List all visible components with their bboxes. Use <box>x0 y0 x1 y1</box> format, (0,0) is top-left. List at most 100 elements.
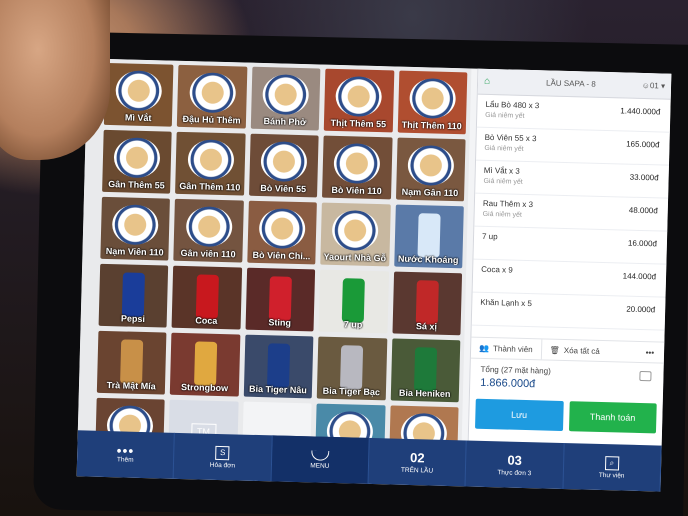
order-item-name: 7 up <box>481 231 498 242</box>
drink-image <box>340 345 364 390</box>
order-item-name: Rau Thêm x 3 <box>482 198 534 210</box>
product-tile[interactable]: Gân Thêm 110 <box>175 131 246 196</box>
order-item-amount: 144.000đ <box>622 271 657 282</box>
order-item-amount: 16.000đ <box>627 238 658 249</box>
nav-item[interactable]: 03 Thực đơn 3 <box>465 440 565 490</box>
product-tile[interactable]: Nạm Viên 110 <box>100 196 171 261</box>
food-plate-image <box>408 78 456 120</box>
invoice-icon: S <box>215 445 230 460</box>
nav-label: MENU <box>310 461 330 470</box>
nav-item[interactable]: MENU <box>271 435 370 484</box>
nav-item[interactable]: ••• Thêm <box>76 430 176 479</box>
save-button[interactable]: Lưu <box>475 398 564 431</box>
product-tile[interactable]: Thịt Thêm 55 <box>323 68 394 133</box>
home-icon[interactable]: ⌂ <box>484 76 500 87</box>
food-plate-image <box>335 76 383 118</box>
product-tile[interactable]: Sá xị <box>392 271 463 336</box>
order-item[interactable]: Khăn Lạnh x 5 20.000đ <box>471 292 666 331</box>
nav-item[interactable]: S Hóa đơn <box>173 432 273 482</box>
product-label: Sting <box>268 317 292 328</box>
nav-item[interactable]: ⌕ Thư viện <box>563 443 662 492</box>
product-label: Bò Viên 55 <box>260 182 307 195</box>
order-list: Lẩu Bò 480 x 3 Giá niêm yết 1.440.000đ Bò V… <box>471 94 671 331</box>
nav-label: TRÊN LẦU <box>400 466 434 475</box>
product-label: Pepsi <box>120 313 146 325</box>
checkout-buttons: Lưu Thanh toán <box>475 398 657 434</box>
product-tile[interactable]: Đậu Hủ Thêm <box>177 64 248 129</box>
members-icon: 👥 <box>479 343 490 353</box>
order-item-amount: 48.000đ <box>628 205 658 216</box>
order-item-name: Coca x 9 <box>481 264 513 275</box>
product-label: Bánh Phở <box>263 116 307 128</box>
order-item-note: Giá niêm yết <box>482 210 523 219</box>
product-tile[interactable]: Yaourt Nhà Gỗ <box>320 202 391 267</box>
product-tile[interactable]: Bia Tiger Nâu <box>243 334 314 399</box>
pay-button[interactable]: Thanh toán <box>568 401 657 434</box>
product-label: Nạm Gân 110 <box>401 186 459 199</box>
clear-all-button[interactable]: 🗑 Xóa tất cả <box>540 339 609 362</box>
order-item[interactable]: Mì Vắt x 3 Giá niêm yết 33.000đ <box>475 160 669 199</box>
product-tile[interactable]: Mì Vắt <box>103 62 174 127</box>
order-item-name: Mì Vắt x 3 <box>483 165 520 176</box>
guest-count[interactable]: ☺01 ▾ <box>642 81 666 91</box>
chevron-down-icon: ▾ <box>660 81 666 91</box>
product-tile[interactable]: 7 up <box>318 269 389 334</box>
nav-number: 02 <box>409 450 425 466</box>
order-item[interactable]: 7 up 16.000đ <box>473 226 668 265</box>
product-label: Coca <box>195 315 218 326</box>
product-tile[interactable]: Bò Viên 110 <box>322 135 393 200</box>
product-tile[interactable]: Nạm Gân 110 <box>395 137 466 202</box>
product-tile[interactable]: Gân viên 110 <box>173 198 244 263</box>
pos-screen: Mì Vắt Đậu Hủ Thêm Bánh Phở Thịt Thêm 55 Thị… <box>76 58 672 492</box>
order-item[interactable]: Lẩu Bò 480 x 3 Giá niêm yết 1.440.000đ <box>476 94 671 133</box>
product-label: Sá xị <box>415 321 438 332</box>
drink-image <box>342 278 366 323</box>
print-icon[interactable] <box>639 370 652 382</box>
product-tile[interactable]: Bò Viên Chi... <box>247 200 318 265</box>
nav-label: Thực đơn 3 <box>497 469 532 478</box>
food-plate-image <box>260 141 308 183</box>
product-tile[interactable]: Thịt Thêm 110 <box>397 70 468 135</box>
product-label: Nạm Viên 110 <box>105 245 164 258</box>
food-plate-image <box>188 72 236 114</box>
product-label: Bò Viên Chi... <box>252 249 311 262</box>
product-tile[interactable]: Gân Thêm 55 <box>102 129 173 194</box>
person-icon: ☺ <box>641 80 651 91</box>
drink-image <box>193 341 217 386</box>
food-plate-image <box>333 143 381 185</box>
food-plate-image <box>262 74 310 116</box>
library-icon: ⌕ <box>604 455 620 470</box>
order-item-amount: 165.000đ <box>626 139 660 150</box>
product-tile[interactable]: Sting <box>245 267 316 332</box>
product-label: Đậu Hủ Thêm <box>182 113 241 126</box>
food-plate-image <box>113 137 161 179</box>
drink-image <box>417 213 441 258</box>
order-item-amount: 1.440.000đ <box>620 106 661 117</box>
product-tile[interactable]: Nước Khoáng <box>393 204 464 269</box>
order-item[interactable]: Coca x 9 144.000đ <box>472 259 667 298</box>
product-tile[interactable]: Bia Tiger Bạc <box>316 336 387 401</box>
table-name[interactable]: LẦU SAPA - 8 <box>500 77 642 90</box>
total-label: Tổng (27 mặt hàng) <box>480 364 551 376</box>
order-item[interactable]: Rau Thêm x 3 Giá niêm yết 48.000đ <box>474 193 669 232</box>
food-plate-image <box>407 145 455 187</box>
nav-label: Hóa đơn <box>209 461 236 469</box>
product-tile[interactable]: Coca <box>171 265 242 330</box>
order-item-note: Giá niêm yết <box>484 144 524 153</box>
product-tile[interactable]: Trà Mật Mía <box>96 330 167 395</box>
product-tile[interactable]: Bò Viên 55 <box>248 133 319 198</box>
nav-item[interactable]: 02 TRÊN LẦU <box>368 437 468 487</box>
member-button[interactable]: 👥 Thành viên <box>471 338 541 360</box>
product-label: Mì Vắt <box>124 112 152 124</box>
product-tile[interactable]: Bia Heniken <box>390 338 461 403</box>
product-tile[interactable]: Strongbow <box>170 332 241 397</box>
order-item[interactable]: Bò Viên 55 x 3 Giá niêm yết 165.000đ <box>476 127 670 166</box>
product-tile[interactable]: Bánh Phở <box>250 66 321 131</box>
product-tile[interactable]: Pepsi <box>98 263 169 328</box>
trash-icon: 🗑 <box>549 345 560 355</box>
product-label: Bia Tiger Bạc <box>322 385 381 398</box>
drink-image <box>195 274 219 319</box>
more-options-button[interactable]: ••• <box>636 347 665 357</box>
food-plate-image <box>115 70 163 112</box>
drink-image <box>122 272 146 317</box>
